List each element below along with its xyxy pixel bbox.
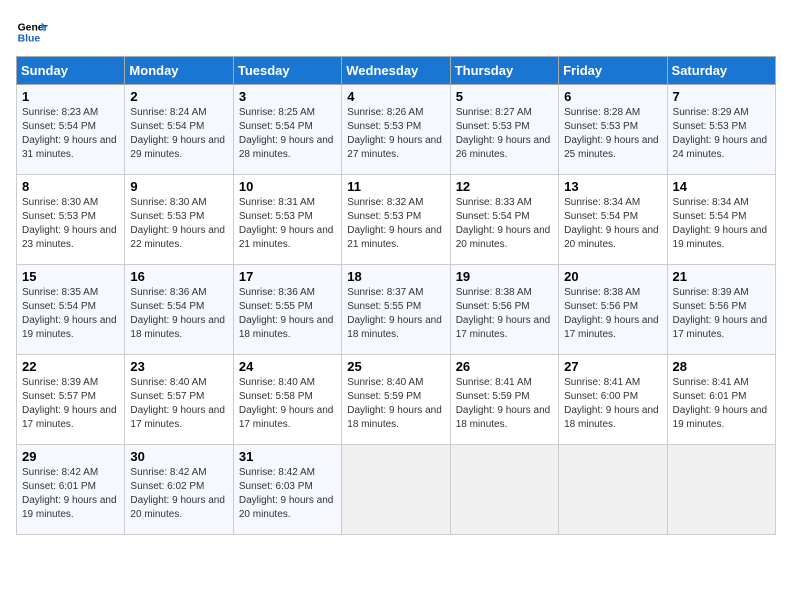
calendar-cell: 7Sunrise: 8:29 AMSunset: 5:53 PMDaylight… bbox=[667, 85, 775, 175]
calendar-cell: 29Sunrise: 8:42 AMSunset: 6:01 PMDayligh… bbox=[17, 445, 125, 535]
svg-text:Blue: Blue bbox=[18, 34, 41, 45]
calendar-week-5: 29Sunrise: 8:42 AMSunset: 6:01 PMDayligh… bbox=[17, 445, 776, 535]
calendar-cell: 30Sunrise: 8:42 AMSunset: 6:02 PMDayligh… bbox=[125, 445, 233, 535]
calendar-cell: 18Sunrise: 8:37 AMSunset: 5:55 PMDayligh… bbox=[342, 265, 450, 355]
calendar-cell: 21Sunrise: 8:39 AMSunset: 5:56 PMDayligh… bbox=[667, 265, 775, 355]
calendar-cell: 3Sunrise: 8:25 AMSunset: 5:54 PMDaylight… bbox=[233, 85, 341, 175]
calendar-cell: 9Sunrise: 8:30 AMSunset: 5:53 PMDaylight… bbox=[125, 175, 233, 265]
calendar-cell: 25Sunrise: 8:40 AMSunset: 5:59 PMDayligh… bbox=[342, 355, 450, 445]
calendar-cell: 19Sunrise: 8:38 AMSunset: 5:56 PMDayligh… bbox=[450, 265, 558, 355]
calendar-cell: 31Sunrise: 8:42 AMSunset: 6:03 PMDayligh… bbox=[233, 445, 341, 535]
calendar-cell: 23Sunrise: 8:40 AMSunset: 5:57 PMDayligh… bbox=[125, 355, 233, 445]
logo: General Blue bbox=[16, 16, 52, 48]
calendar-cell: 4Sunrise: 8:26 AMSunset: 5:53 PMDaylight… bbox=[342, 85, 450, 175]
calendar-table: SundayMondayTuesdayWednesdayThursdayFrid… bbox=[16, 56, 776, 535]
calendar-cell: 11Sunrise: 8:32 AMSunset: 5:53 PMDayligh… bbox=[342, 175, 450, 265]
calendar-cell: 24Sunrise: 8:40 AMSunset: 5:58 PMDayligh… bbox=[233, 355, 341, 445]
calendar-cell: 13Sunrise: 8:34 AMSunset: 5:54 PMDayligh… bbox=[559, 175, 667, 265]
calendar-cell: 6Sunrise: 8:28 AMSunset: 5:53 PMDaylight… bbox=[559, 85, 667, 175]
calendar-cell: 12Sunrise: 8:33 AMSunset: 5:54 PMDayligh… bbox=[450, 175, 558, 265]
calendar-cell: 20Sunrise: 8:38 AMSunset: 5:56 PMDayligh… bbox=[559, 265, 667, 355]
calendar-cell: 27Sunrise: 8:41 AMSunset: 6:00 PMDayligh… bbox=[559, 355, 667, 445]
calendar-cell: 28Sunrise: 8:41 AMSunset: 6:01 PMDayligh… bbox=[667, 355, 775, 445]
header-tuesday: Tuesday bbox=[233, 57, 341, 85]
header-thursday: Thursday bbox=[450, 57, 558, 85]
calendar-week-3: 15Sunrise: 8:35 AMSunset: 5:54 PMDayligh… bbox=[17, 265, 776, 355]
calendar-cell: 14Sunrise: 8:34 AMSunset: 5:54 PMDayligh… bbox=[667, 175, 775, 265]
calendar-cell: 22Sunrise: 8:39 AMSunset: 5:57 PMDayligh… bbox=[17, 355, 125, 445]
header-wednesday: Wednesday bbox=[342, 57, 450, 85]
calendar-cell bbox=[450, 445, 558, 535]
header-sunday: Sunday bbox=[17, 57, 125, 85]
calendar-week-1: 1Sunrise: 8:23 AMSunset: 5:54 PMDaylight… bbox=[17, 85, 776, 175]
calendar-cell: 17Sunrise: 8:36 AMSunset: 5:55 PMDayligh… bbox=[233, 265, 341, 355]
calendar-cell bbox=[559, 445, 667, 535]
calendar-cell: 15Sunrise: 8:35 AMSunset: 5:54 PMDayligh… bbox=[17, 265, 125, 355]
calendar-cell: 1Sunrise: 8:23 AMSunset: 5:54 PMDaylight… bbox=[17, 85, 125, 175]
calendar-cell: 5Sunrise: 8:27 AMSunset: 5:53 PMDaylight… bbox=[450, 85, 558, 175]
calendar-cell bbox=[667, 445, 775, 535]
page-header: General Blue bbox=[16, 16, 776, 48]
logo-icon: General Blue bbox=[16, 16, 48, 48]
calendar-header-row: SundayMondayTuesdayWednesdayThursdayFrid… bbox=[17, 57, 776, 85]
calendar-cell: 26Sunrise: 8:41 AMSunset: 5:59 PMDayligh… bbox=[450, 355, 558, 445]
calendar-cell: 16Sunrise: 8:36 AMSunset: 5:54 PMDayligh… bbox=[125, 265, 233, 355]
calendar-cell: 2Sunrise: 8:24 AMSunset: 5:54 PMDaylight… bbox=[125, 85, 233, 175]
header-monday: Monday bbox=[125, 57, 233, 85]
calendar-week-2: 8Sunrise: 8:30 AMSunset: 5:53 PMDaylight… bbox=[17, 175, 776, 265]
calendar-cell: 8Sunrise: 8:30 AMSunset: 5:53 PMDaylight… bbox=[17, 175, 125, 265]
header-friday: Friday bbox=[559, 57, 667, 85]
header-saturday: Saturday bbox=[667, 57, 775, 85]
calendar-cell: 10Sunrise: 8:31 AMSunset: 5:53 PMDayligh… bbox=[233, 175, 341, 265]
calendar-cell bbox=[342, 445, 450, 535]
calendar-week-4: 22Sunrise: 8:39 AMSunset: 5:57 PMDayligh… bbox=[17, 355, 776, 445]
